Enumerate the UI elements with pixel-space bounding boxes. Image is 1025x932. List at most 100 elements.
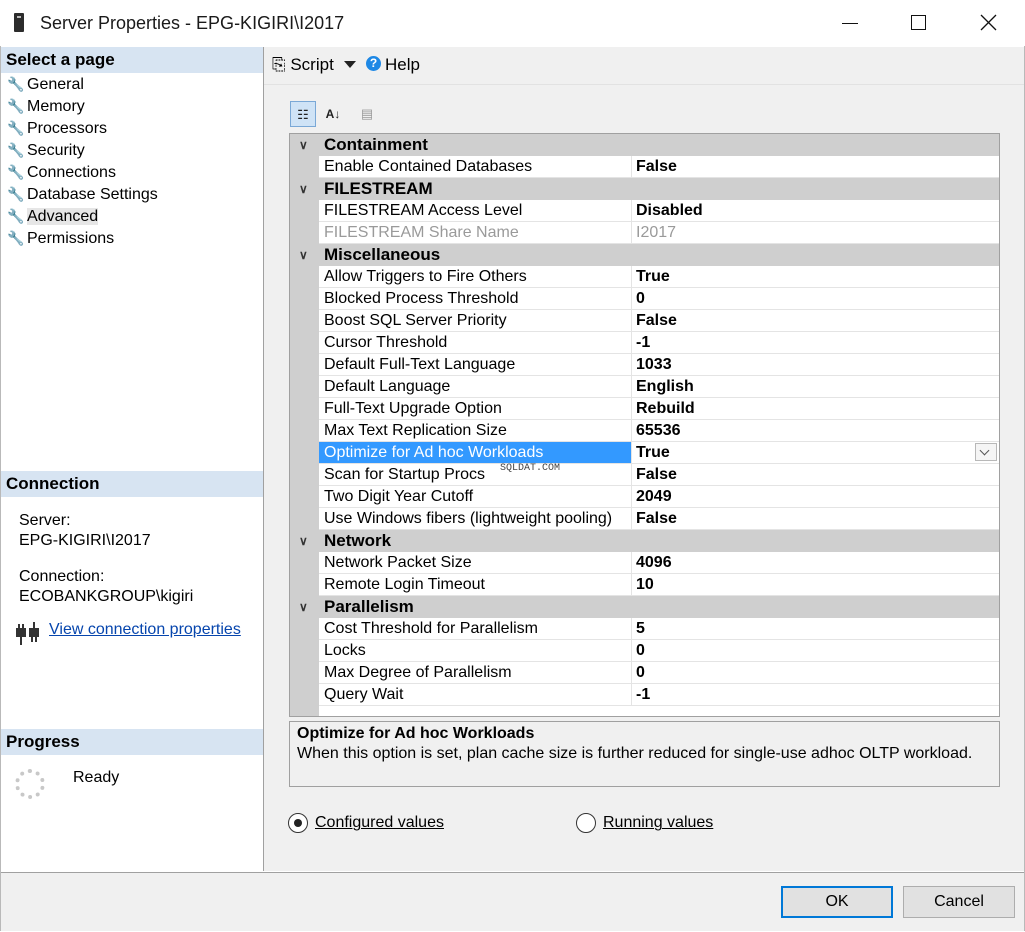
property-name[interactable]: Max Degree of Parallelism bbox=[319, 662, 632, 684]
property-value[interactable]: 1033 bbox=[632, 354, 999, 376]
property-value[interactable]: False bbox=[632, 156, 999, 178]
property-row[interactable]: Full-Text Upgrade Option Rebuild bbox=[290, 398, 999, 420]
property-value[interactable]: 0 bbox=[632, 640, 999, 662]
page-item-memory[interactable]: 🔧 Memory bbox=[7, 95, 158, 117]
property-value[interactable]: True bbox=[632, 266, 999, 288]
property-row[interactable]: Query Wait -1 bbox=[290, 684, 999, 706]
property-value[interactable]: 4096 bbox=[632, 552, 999, 574]
property-name[interactable]: Query Wait bbox=[319, 684, 632, 706]
property-name[interactable]: Scan for Startup Procs bbox=[319, 464, 632, 486]
property-value[interactable]: 5 bbox=[632, 618, 999, 640]
collapse-chevron-icon[interactable]: ∨ bbox=[299, 178, 308, 200]
property-name[interactable]: Allow Triggers to Fire Others bbox=[319, 266, 632, 288]
property-row[interactable]: Max Degree of Parallelism 0 bbox=[290, 662, 999, 684]
property-row[interactable]: Use Windows fibers (lightweight pooling)… bbox=[290, 508, 999, 530]
property-value[interactable]: -1 bbox=[632, 684, 999, 706]
property-name[interactable]: Locks bbox=[319, 640, 632, 662]
categorized-icon[interactable]: ☷ bbox=[290, 101, 316, 127]
property-value[interactable]: Rebuild bbox=[632, 398, 999, 420]
property-row[interactable]: Boost SQL Server Priority False bbox=[290, 310, 999, 332]
property-value[interactable]: 0 bbox=[632, 288, 999, 310]
property-name[interactable]: Default Language bbox=[319, 376, 632, 398]
category-row[interactable]: ∨ Containment bbox=[290, 134, 999, 156]
property-value[interactable]: False bbox=[632, 508, 999, 530]
property-value[interactable]: 65536 bbox=[632, 420, 999, 442]
running-values-label[interactable]: Running values bbox=[603, 814, 713, 832]
property-name[interactable]: Blocked Process Threshold bbox=[319, 288, 632, 310]
help-button[interactable]: Help bbox=[385, 55, 420, 75]
property-name[interactable]: Two Digit Year Cutoff bbox=[319, 486, 632, 508]
property-row[interactable]: Default Language English bbox=[290, 376, 999, 398]
category-row[interactable]: ∨ Parallelism bbox=[290, 596, 999, 618]
property-row[interactable]: Default Full-Text Language 1033 bbox=[290, 354, 999, 376]
property-row[interactable]: Scan for Startup Procs False bbox=[290, 464, 999, 486]
property-row[interactable]: Allow Triggers to Fire Others True bbox=[290, 266, 999, 288]
cancel-button[interactable]: Cancel bbox=[903, 886, 1015, 918]
wrench-icon: 🔧 bbox=[7, 186, 25, 202]
collapse-chevron-icon[interactable]: ∨ bbox=[299, 596, 308, 618]
maximize-icon[interactable] bbox=[895, 0, 941, 46]
property-name[interactable]: Remote Login Timeout bbox=[319, 574, 632, 596]
property-row[interactable]: Locks 0 bbox=[290, 640, 999, 662]
view-connection-properties-link[interactable]: View connection properties bbox=[49, 621, 241, 639]
property-value[interactable]: 2049 bbox=[632, 486, 999, 508]
property-row[interactable]: Cursor Threshold -1 bbox=[290, 332, 999, 354]
property-name[interactable]: Use Windows fibers (lightweight pooling) bbox=[319, 508, 632, 530]
property-pages-icon[interactable]: ▤ bbox=[354, 101, 380, 127]
script-dropdown-icon[interactable] bbox=[344, 61, 356, 68]
close-icon[interactable] bbox=[965, 0, 1011, 46]
property-row[interactable]: FILESTREAM Share Name I2017 bbox=[290, 222, 999, 244]
minimize-icon[interactable] bbox=[826, 0, 872, 46]
page-item-processors[interactable]: 🔧 Processors bbox=[7, 117, 158, 139]
property-row[interactable]: Enable Contained Databases False bbox=[290, 156, 999, 178]
property-name[interactable]: Cursor Threshold bbox=[319, 332, 632, 354]
property-value[interactable]: False bbox=[632, 464, 999, 486]
property-value[interactable]: 0 bbox=[632, 662, 999, 684]
property-name[interactable]: FILESTREAM Share Name bbox=[319, 222, 632, 244]
value-dropdown-icon[interactable] bbox=[975, 443, 997, 461]
page-item-database-settings[interactable]: 🔧 Database Settings bbox=[7, 183, 158, 205]
configured-values-label[interactable]: Configured values bbox=[315, 814, 444, 832]
script-button[interactable]: ⎘ Script bbox=[272, 55, 334, 75]
property-row[interactable]: Max Text Replication Size 65536 bbox=[290, 420, 999, 442]
property-name[interactable]: Optimize for Ad hoc Workloads bbox=[319, 442, 632, 464]
property-value[interactable]: False bbox=[632, 310, 999, 332]
property-value[interactable]: Disabled bbox=[632, 200, 999, 222]
property-value[interactable]: 10 bbox=[632, 574, 999, 596]
property-row[interactable]: Cost Threshold for Parallelism 5 bbox=[290, 618, 999, 640]
property-name[interactable]: Default Full-Text Language bbox=[319, 354, 632, 376]
page-item-advanced[interactable]: 🔧 Advanced bbox=[7, 205, 158, 227]
property-row[interactable]: Optimize for Ad hoc Workloads True bbox=[290, 442, 999, 464]
collapse-chevron-icon[interactable]: ∨ bbox=[299, 134, 308, 156]
running-values-radio[interactable] bbox=[576, 813, 596, 833]
property-name[interactable]: Max Text Replication Size bbox=[319, 420, 632, 442]
help-icon[interactable]: ? bbox=[366, 56, 381, 71]
property-name[interactable]: Full-Text Upgrade Option bbox=[319, 398, 632, 420]
property-value[interactable]: True bbox=[632, 442, 999, 464]
page-item-connections[interactable]: 🔧 Connections bbox=[7, 161, 158, 183]
property-value[interactable]: -1 bbox=[632, 332, 999, 354]
collapse-chevron-icon[interactable]: ∨ bbox=[299, 530, 308, 552]
property-name[interactable]: Boost SQL Server Priority bbox=[319, 310, 632, 332]
property-value[interactable]: English bbox=[632, 376, 999, 398]
property-name[interactable]: Network Packet Size bbox=[319, 552, 632, 574]
property-name[interactable]: Enable Contained Databases bbox=[319, 156, 632, 178]
property-name[interactable]: Cost Threshold for Parallelism bbox=[319, 618, 632, 640]
property-name[interactable]: FILESTREAM Access Level bbox=[319, 200, 632, 222]
category-row[interactable]: ∨ Miscellaneous bbox=[290, 244, 999, 266]
configured-values-radio[interactable] bbox=[288, 813, 308, 833]
page-item-general[interactable]: 🔧 General bbox=[7, 73, 158, 95]
category-row[interactable]: ∨ Network bbox=[290, 530, 999, 552]
property-row[interactable]: Network Packet Size 4096 bbox=[290, 552, 999, 574]
category-row[interactable]: ∨ FILESTREAM bbox=[290, 178, 999, 200]
page-item-permissions[interactable]: 🔧 Permissions bbox=[7, 227, 158, 249]
page-label: Permissions bbox=[27, 230, 115, 247]
property-row[interactable]: Remote Login Timeout 10 bbox=[290, 574, 999, 596]
alphabetical-sort-icon[interactable]: A↓ bbox=[320, 101, 346, 127]
page-item-security[interactable]: 🔧 Security bbox=[7, 139, 158, 161]
property-row[interactable]: Blocked Process Threshold 0 bbox=[290, 288, 999, 310]
collapse-chevron-icon[interactable]: ∨ bbox=[299, 244, 308, 266]
ok-button[interactable]: OK bbox=[781, 886, 893, 918]
property-row[interactable]: Two Digit Year Cutoff 2049 bbox=[290, 486, 999, 508]
property-row[interactable]: FILESTREAM Access Level Disabled bbox=[290, 200, 999, 222]
